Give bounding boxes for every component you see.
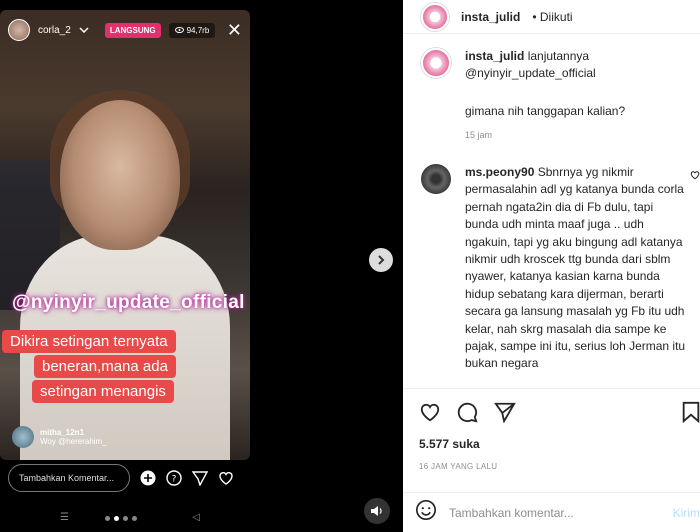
post-header: insta_julid • Diikuti <box>403 0 700 34</box>
follow-status-label: Diikuti <box>539 9 573 24</box>
person-face <box>60 100 180 250</box>
avatar <box>12 426 34 448</box>
carousel-dot <box>105 516 110 521</box>
live-comment-input[interactable]: Tambahkan Komentar... <box>8 464 130 492</box>
live-topbar: corla_2 LANGSUNG 94,7rb ✕ <box>0 10 250 50</box>
live-video[interactable]: corla_2 LANGSUNG 94,7rb ✕ @nyinyir_updat… <box>0 10 250 460</box>
next-arrow-button[interactable] <box>369 248 393 272</box>
watermark-text: @nyinyir_update_official <box>12 292 245 313</box>
live-bottom-bar: Tambahkan Komentar... ? <box>0 460 250 496</box>
live-comment-user: mitha_12n1 <box>40 428 85 437</box>
send-icon[interactable] <box>192 470 208 486</box>
emoji-icon[interactable] <box>415 499 437 526</box>
post-side-panel: insta_julid • Diikuti insta_julid lanjut… <box>403 0 700 532</box>
live-username[interactable]: corla_2 <box>38 25 71 36</box>
live-comment-overlay: mitha_12n1 Woy @hererahim_ <box>12 426 107 448</box>
avatar[interactable] <box>421 48 451 78</box>
caption-body: lanjutannya <box>527 49 590 63</box>
caption-question: gimana nih tanggapan kalian? <box>465 104 626 118</box>
carousel-dot <box>132 516 137 521</box>
list-item: ms.peony90 Sbnrnya yg nikmir permasalahi… <box>421 164 687 373</box>
sound-button[interactable] <box>364 498 390 524</box>
comment-body: Sbnrnya yg nikmir permasalahin adl yg ka… <box>465 165 686 371</box>
viewer-count: 94,7rb <box>168 22 216 38</box>
bookmark-icon[interactable] <box>681 401 700 425</box>
send-comment-button[interactable]: Kirim <box>673 506 700 520</box>
add-comment-bar: Tambahkan komentar... <box>403 492 700 532</box>
post-caption: insta_julid lanjutannya @nyinyir_update_… <box>421 48 685 82</box>
plus-circle-icon[interactable] <box>140 470 156 486</box>
eye-icon <box>174 26 184 35</box>
close-icon[interactable]: ✕ <box>227 20 242 41</box>
avatar[interactable] <box>421 2 449 31</box>
question-icon[interactable]: ? <box>166 470 182 486</box>
caption-time: 15 jam <box>465 130 493 140</box>
comment-user[interactable]: ms.peony90 <box>465 165 534 179</box>
chevron-down-icon[interactable] <box>79 25 89 36</box>
carousel-dot-active <box>114 516 119 521</box>
post-actions <box>403 388 700 440</box>
comment-input[interactable]: Tambahkan komentar... <box>449 506 574 520</box>
video-caption: Dikira setingan ternyata beneran,mana ad… <box>2 330 176 405</box>
speaker-icon <box>371 506 382 516</box>
send-icon[interactable] <box>494 401 518 425</box>
like-comment-icon[interactable] <box>690 170 700 183</box>
heart-icon[interactable] <box>218 470 234 486</box>
post-author[interactable]: insta_julid <box>461 10 520 24</box>
back-icon[interactable]: ◁ <box>192 512 200 523</box>
comments-list: ms.peony90 Sbnrnya yg nikmir permasalahi… <box>403 164 700 384</box>
avatar[interactable] <box>8 19 30 41</box>
follow-status: • Diikuti <box>532 9 573 24</box>
viewer-count-value: 94,7rb <box>186 25 210 35</box>
comment-icon[interactable] <box>456 401 480 425</box>
carousel-dot <box>123 516 128 521</box>
comment-text: ms.peony90 Sbnrnya yg nikmir permasalahi… <box>465 164 687 373</box>
carousel-dots <box>105 516 137 521</box>
menu-icon[interactable]: ☰ <box>60 512 69 523</box>
caption-text: insta_julid lanjutannya @nyinyir_update_… <box>465 48 685 82</box>
like-count[interactable]: 5.577 suka <box>419 437 480 451</box>
caption-mention[interactable]: @nyinyir_update_official <box>465 66 596 80</box>
instagram-post-view: corla_2 LANGSUNG 94,7rb ✕ @nyinyir_updat… <box>0 0 700 532</box>
live-badge: LANGSUNG <box>104 22 161 38</box>
live-comment-text: Woy @hererahim_ <box>40 437 107 446</box>
caption-line-2: beneran,mana ada <box>34 355 176 378</box>
chevron-right-icon <box>378 255 385 265</box>
avatar[interactable] <box>421 164 451 194</box>
caption-line-3: setingan menangis <box>32 380 174 403</box>
svg-text:?: ? <box>172 475 177 485</box>
caption-line-1: Dikira setingan ternyata <box>2 330 176 353</box>
media-area: corla_2 LANGSUNG 94,7rb ✕ @nyinyir_updat… <box>0 0 403 532</box>
post-date: 16 JAM YANG LALU <box>419 462 498 471</box>
caption-author[interactable]: insta_julid <box>465 49 524 63</box>
heart-icon[interactable] <box>419 401 443 425</box>
